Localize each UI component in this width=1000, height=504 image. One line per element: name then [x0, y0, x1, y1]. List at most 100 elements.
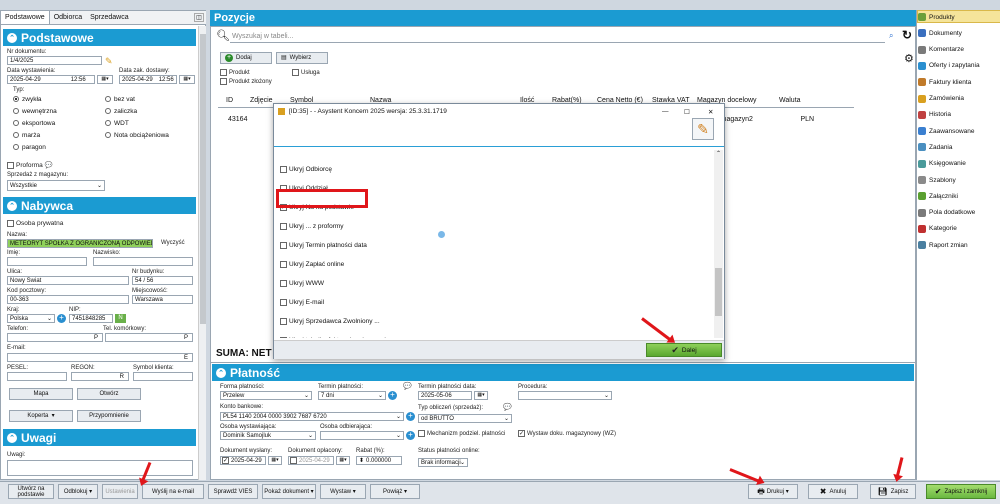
col-id[interactable]: ID: [218, 97, 250, 104]
typ-radio[interactable]: zwykła: [13, 96, 42, 103]
konto-select[interactable]: PL54 1140 2004 0000 3902 7687 6720 ⌄: [220, 412, 404, 421]
calendar-icon[interactable]: ▦▾: [336, 456, 350, 465]
right-menu-item[interactable]: Zadania: [918, 143, 953, 152]
dialog-option-checkbox[interactable]: Ukryj WWW: [280, 274, 700, 293]
dialog-option-checkbox[interactable]: Ukryj Odbiorcę: [280, 160, 700, 179]
zapisz-zamknij-button[interactable]: ✔ Zapisz i zamknij: [926, 484, 996, 499]
ustawienia-button[interactable]: Ustawienia: [102, 484, 138, 499]
nazwisko-input[interactable]: [93, 257, 193, 266]
right-menu-item[interactable]: Produkty: [918, 13, 955, 21]
drukuj-button[interactable]: 🖶 Drukuj ▾: [748, 484, 798, 499]
section-platnosc[interactable]: ⌃ Płatność: [212, 364, 914, 381]
dialog-option-checkbox[interactable]: Ukryj Sprzedawca Zwolniony ...: [280, 312, 700, 331]
right-menu-item[interactable]: Historia: [918, 110, 951, 119]
termin-data-input[interactable]: 2025-05-06: [418, 391, 472, 400]
section-nabywca[interactable]: ⌃ Nabywca: [3, 197, 196, 214]
refresh-icon[interactable]: ↻: [902, 28, 912, 42]
nip-verify-button[interactable]: N: [115, 314, 126, 323]
right-menu-item[interactable]: Oferty i zapytania: [918, 61, 980, 70]
right-menu-item[interactable]: Kategorie: [918, 224, 957, 233]
typ-obliczen-select[interactable]: od BRUTTO ⌄: [418, 414, 512, 423]
produkt-checkbox[interactable]: Produkt: [220, 69, 250, 76]
email-input[interactable]: E: [7, 353, 193, 362]
collapse-icon[interactable]: ◫: [194, 13, 204, 22]
mapa-button[interactable]: Mapa: [9, 388, 73, 400]
przypomnienie-button[interactable]: Przypomnienie: [77, 410, 141, 422]
typ-radio[interactable]: zaliczka: [105, 108, 137, 115]
search-go-icon[interactable]: ⌕: [889, 31, 893, 41]
col-waluta[interactable]: Waluta: [779, 97, 834, 104]
utworz-button[interactable]: Utwórz na podstawie: [8, 484, 54, 499]
calendar-icon[interactable]: ▦▾: [97, 75, 113, 84]
usluga-checkbox[interactable]: Usługa: [292, 69, 320, 76]
tab-sprzedawca[interactable]: Sprzedawca: [86, 11, 133, 24]
wyczysc-button[interactable]: Wyczyść: [161, 240, 185, 246]
telefon-input[interactable]: P: [7, 333, 103, 342]
oplacony-input[interactable]: 2025-04-29: [288, 456, 334, 465]
add-konto-icon[interactable]: +: [406, 412, 415, 421]
right-menu-item[interactable]: Szablony: [918, 176, 956, 184]
mechanizm-checkbox[interactable]: Mechanizm podziel. płatności: [418, 430, 505, 437]
section-uwagi[interactable]: ⌃ Uwagi: [3, 429, 196, 446]
rabat-input[interactable]: ⬍ 0.000000: [356, 456, 402, 465]
gear-icon[interactable]: ⚙: [904, 52, 914, 65]
powiaz-button[interactable]: Powiąż ▾: [370, 484, 420, 499]
right-menu-item[interactable]: Pola dodatkowe: [918, 208, 975, 217]
kraj-select[interactable]: Polska ⌄: [7, 314, 55, 323]
nr-dokumentu-input[interactable]: 1/4/2025: [7, 56, 102, 65]
right-menu-item[interactable]: Zaawansowane: [918, 127, 975, 136]
pencil-icon[interactable]: ✎: [105, 56, 113, 67]
termin-select[interactable]: 7 dni ⌄: [318, 391, 386, 400]
data-wystawienia-input[interactable]: 2025-04-29 12:56: [7, 75, 95, 84]
dalej-button[interactable]: ✔ Dalej: [646, 343, 722, 357]
calendar-icon[interactable]: ▦▾: [474, 391, 488, 400]
typ-radio[interactable]: wewnętrzna: [13, 108, 57, 115]
forma-select[interactable]: Przelew ⌄: [220, 391, 312, 400]
dialog-option-checkbox[interactable]: Ukryj ... z proformy: [280, 217, 700, 236]
add-termin-icon[interactable]: +: [388, 391, 397, 400]
kod-input[interactable]: 00-363: [7, 295, 129, 304]
tab-odbiorca[interactable]: Odbiorca: [50, 11, 86, 24]
ulica-input[interactable]: Nowy Świat: [7, 276, 129, 285]
tel-kom-input[interactable]: P: [105, 333, 193, 342]
right-menu-item[interactable]: Zamówienia: [918, 94, 964, 103]
calendar-icon[interactable]: ▦▾: [268, 456, 282, 465]
dialog-option-checkbox[interactable]: Ukryj tabelkę faktur nieopłaconych ...: [280, 331, 700, 338]
nip-input[interactable]: 7451848285: [69, 314, 113, 323]
nr-budynku-input[interactable]: 54 / 56: [132, 276, 193, 285]
add-country-icon[interactable]: +: [57, 314, 66, 323]
wystaw-button[interactable]: Wystaw ▾: [320, 484, 366, 499]
produkt-zlozony-checkbox[interactable]: Produkt złożony: [220, 78, 272, 85]
right-menu-item[interactable]: Dokumenty: [918, 29, 962, 38]
dialog-scrollbar[interactable]: ⌃: [714, 150, 723, 338]
symbol-input[interactable]: [133, 372, 193, 381]
dialog-option-checkbox[interactable]: Ukryj Zapłać online: [280, 255, 700, 274]
search-input[interactable]: Wyszukaj w tabeli...: [230, 31, 885, 43]
right-menu-item[interactable]: Załączniki: [918, 192, 958, 201]
right-menu-item[interactable]: Raport zmian: [918, 241, 968, 250]
dodaj-button[interactable]: + Dodaj: [220, 52, 272, 64]
osoba-prywatna-checkbox[interactable]: Osoba prywatna: [7, 220, 63, 227]
osoba-wyst-select[interactable]: Dominik Samojluk ⌄: [220, 431, 316, 440]
wybierz-button[interactable]: ▤ Wybierz: [276, 52, 328, 64]
typ-radio[interactable]: WDT: [105, 120, 129, 127]
wystaw-wz-checkbox[interactable]: ✓ Wystaw doku. magazynowy (WZ): [518, 430, 616, 437]
status-select[interactable]: Brak informacji ⌄: [418, 458, 468, 467]
right-menu-item[interactable]: Faktury klienta: [918, 78, 971, 87]
vies-button[interactable]: Sprawdź VIES: [208, 484, 258, 499]
typ-radio[interactable]: marża: [13, 132, 40, 139]
pesel-input[interactable]: [7, 372, 67, 381]
otworz-button[interactable]: Otwórz: [77, 388, 141, 400]
zapisz-button[interactable]: 💾︎ Zapisz: [870, 484, 916, 499]
right-menu-item[interactable]: Komentarze: [918, 45, 964, 54]
right-menu-item[interactable]: Księgowanie: [918, 159, 966, 168]
miejscowosc-input[interactable]: Warszawa: [132, 295, 193, 304]
osoba-odb-select[interactable]: ⌄: [320, 431, 404, 440]
dialog-option-checkbox[interactable]: Ukryj E-mail: [280, 293, 700, 312]
pokaz-button[interactable]: Pokaż dokument ▾: [262, 484, 316, 499]
typ-radio[interactable]: paragon: [13, 144, 46, 151]
nazwa-input[interactable]: METEORYT SPÓŁKA Z OGRANICZONĄ ODPOWIEDZI…: [7, 239, 153, 248]
dialog-option-checkbox[interactable]: Ukryj Termin płatności data: [280, 236, 700, 255]
tab-podstawowe[interactable]: Podstawowe: [1, 11, 50, 24]
wyslany-input[interactable]: ✓ 2025-04-29: [220, 456, 266, 465]
